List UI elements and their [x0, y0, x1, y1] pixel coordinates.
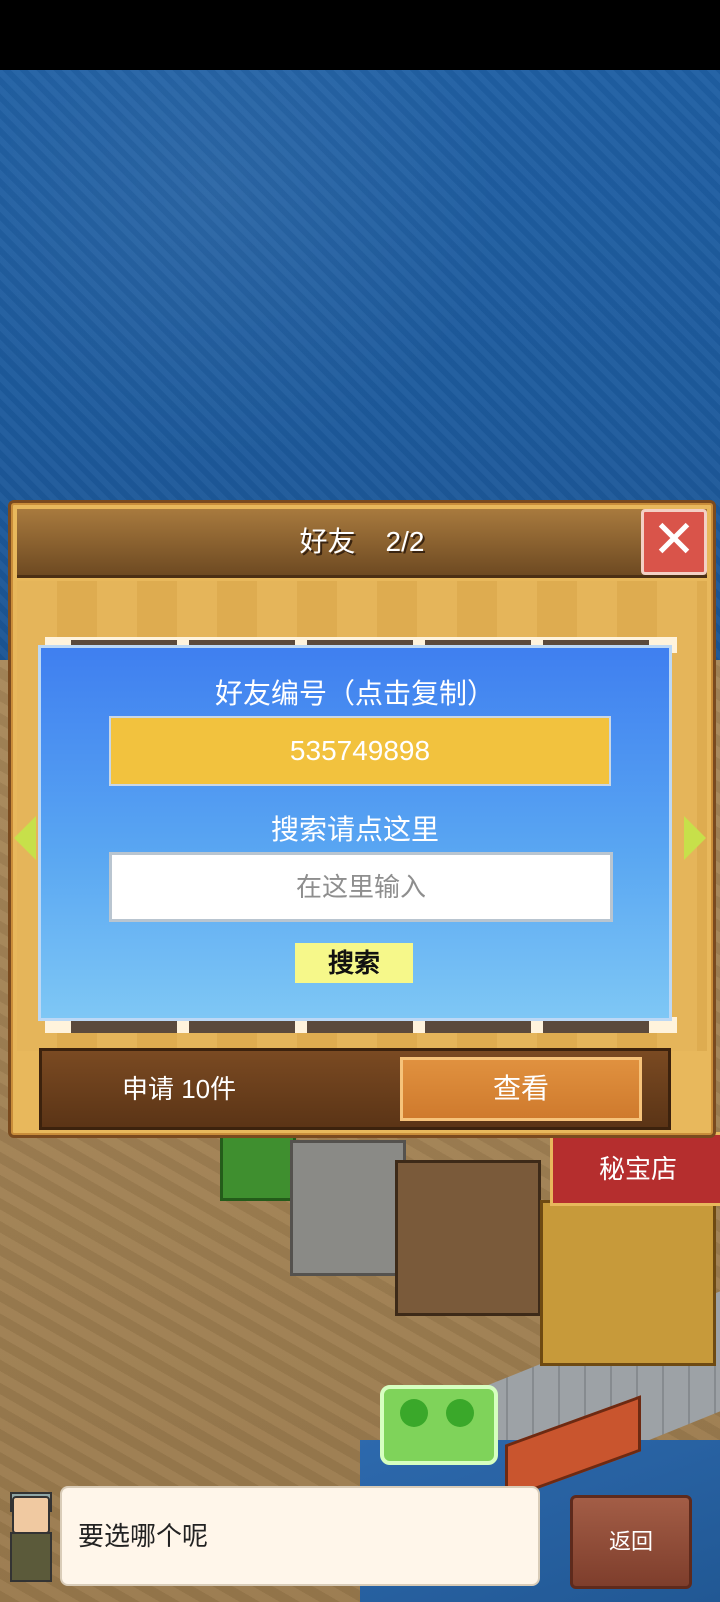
page-indicator: 2/2 — [385, 526, 425, 557]
dialog-header: 好友 2/2 — [17, 509, 707, 578]
friend-id-copy-field[interactable]: 535749898 — [109, 716, 611, 786]
request-count: 申请 10件 — [122, 1074, 237, 1104]
view-requests-button[interactable]: 查看 — [400, 1057, 642, 1121]
speech-text: 要选哪个呢 — [78, 1521, 209, 1551]
search-input[interactable]: 在这里输入 — [109, 852, 613, 922]
close-button[interactable]: ✕ — [641, 509, 707, 575]
back-button[interactable]: 返回 — [570, 1495, 692, 1589]
character-avatar — [4, 1492, 54, 1582]
speech-bubble: 要选哪个呢 — [60, 1486, 540, 1586]
treasure-shop-sign[interactable]: 秘宝店 — [550, 1132, 720, 1206]
friends-icon[interactable] — [380, 1385, 498, 1465]
search-button[interactable]: 搜索 — [295, 943, 413, 983]
wooden-building — [395, 1160, 541, 1316]
friend-id-label: 好友编号（点击复制） — [214, 678, 495, 709]
friend-request-bar: 申请 10件 查看 — [39, 1048, 671, 1130]
status-bar — [0, 0, 720, 70]
hedge — [220, 1135, 296, 1201]
close-icon: ✕ — [652, 511, 696, 569]
dialog-title-text: 好友 — [299, 526, 356, 557]
prev-page-arrow-icon[interactable] — [14, 816, 36, 860]
dialog-title: 好友 2/2 — [17, 509, 707, 575]
search-label: 搜索请点这里 — [270, 814, 439, 845]
stone-building — [290, 1140, 406, 1276]
next-page-arrow-icon[interactable] — [684, 816, 706, 860]
friend-id-panel: 好友编号（点击复制） 535749898 搜索请点这里 在这里输入 搜索 — [38, 645, 672, 1021]
treasure-shop-building[interactable] — [540, 1200, 716, 1366]
